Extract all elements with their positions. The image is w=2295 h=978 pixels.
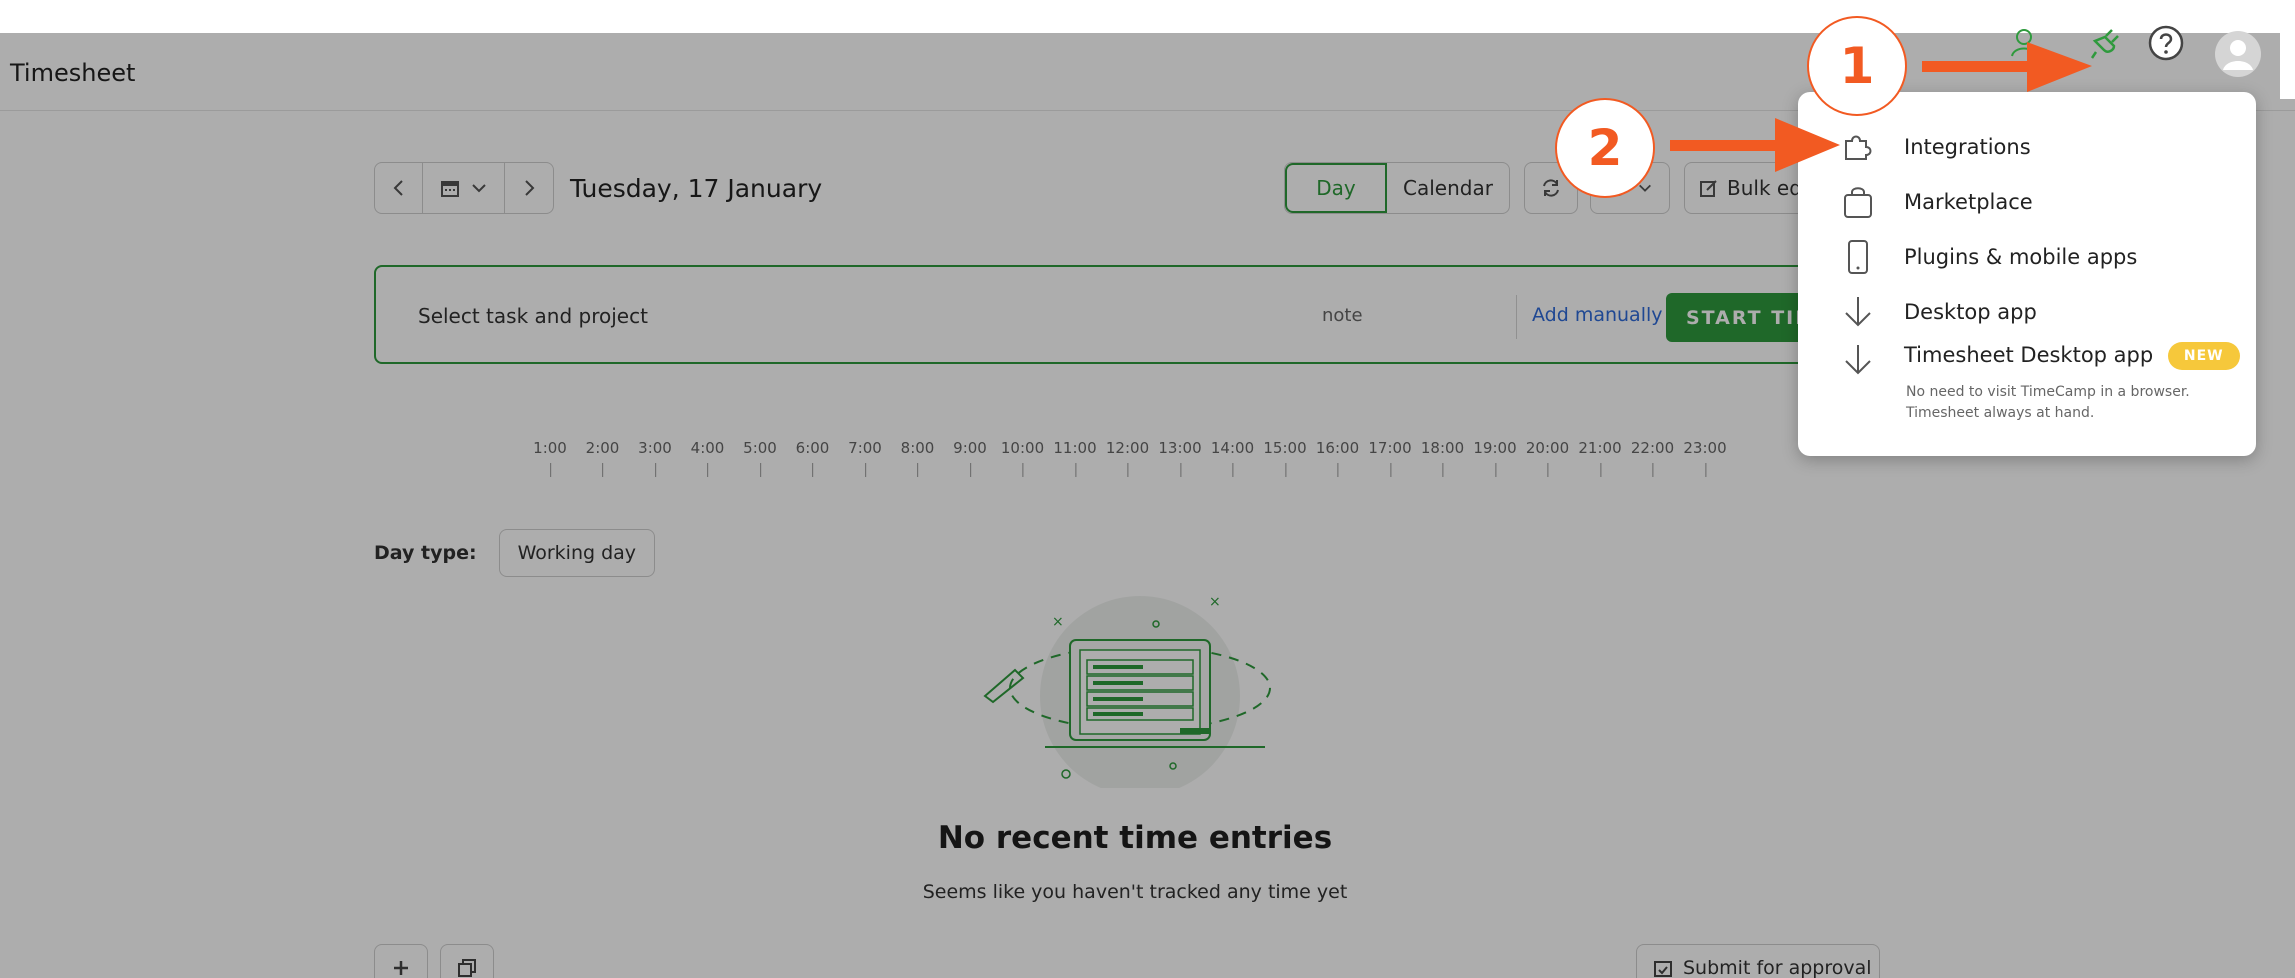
menu-item-label: Integrations bbox=[1904, 135, 2031, 159]
shopping-bag-icon bbox=[1844, 187, 1872, 218]
header-edge bbox=[2280, 33, 2295, 99]
menu-item-timesheet-desktop[interactable]: Timesheet Desktop app NEW No need to vis… bbox=[1798, 342, 2256, 432]
menu-item-label-row: Timesheet Desktop app NEW bbox=[1904, 342, 2240, 370]
menu-item-desktop-app[interactable]: Desktop app bbox=[1798, 287, 2256, 337]
user-timer-icon[interactable] bbox=[2006, 22, 2048, 64]
phone-icon bbox=[1848, 240, 1868, 274]
menu-item-plugins-mobile[interactable]: Plugins & mobile apps bbox=[1798, 232, 2256, 282]
menu-item-label: Marketplace bbox=[1904, 190, 2033, 214]
puzzle-icon bbox=[1845, 135, 1872, 160]
integrations-dropdown: Integrations Marketplace Plugins & mobil… bbox=[1798, 92, 2256, 456]
avatar[interactable] bbox=[2214, 30, 2262, 78]
menu-item-label: Timesheet Desktop app bbox=[1904, 343, 2154, 367]
download-arrow-icon bbox=[1845, 345, 1871, 375]
new-badge: NEW bbox=[2167, 342, 2240, 370]
download-arrow-icon bbox=[1845, 297, 1871, 327]
top-strip bbox=[0, 0, 2295, 33]
menu-item-integrations[interactable]: Integrations bbox=[1798, 122, 2256, 172]
callout-1: 1 bbox=[1807, 16, 1907, 116]
callout-2: 2 bbox=[1555, 98, 1655, 198]
menu-item-label: Plugins & mobile apps bbox=[1904, 245, 2138, 269]
help-icon[interactable] bbox=[2145, 22, 2187, 64]
menu-item-marketplace[interactable]: Marketplace bbox=[1798, 177, 2256, 227]
plug-icon[interactable] bbox=[2084, 22, 2126, 64]
menu-item-label: Desktop app bbox=[1904, 300, 2037, 324]
menu-item-description: No need to visit TimeCamp in a browser. … bbox=[1906, 384, 2190, 421]
